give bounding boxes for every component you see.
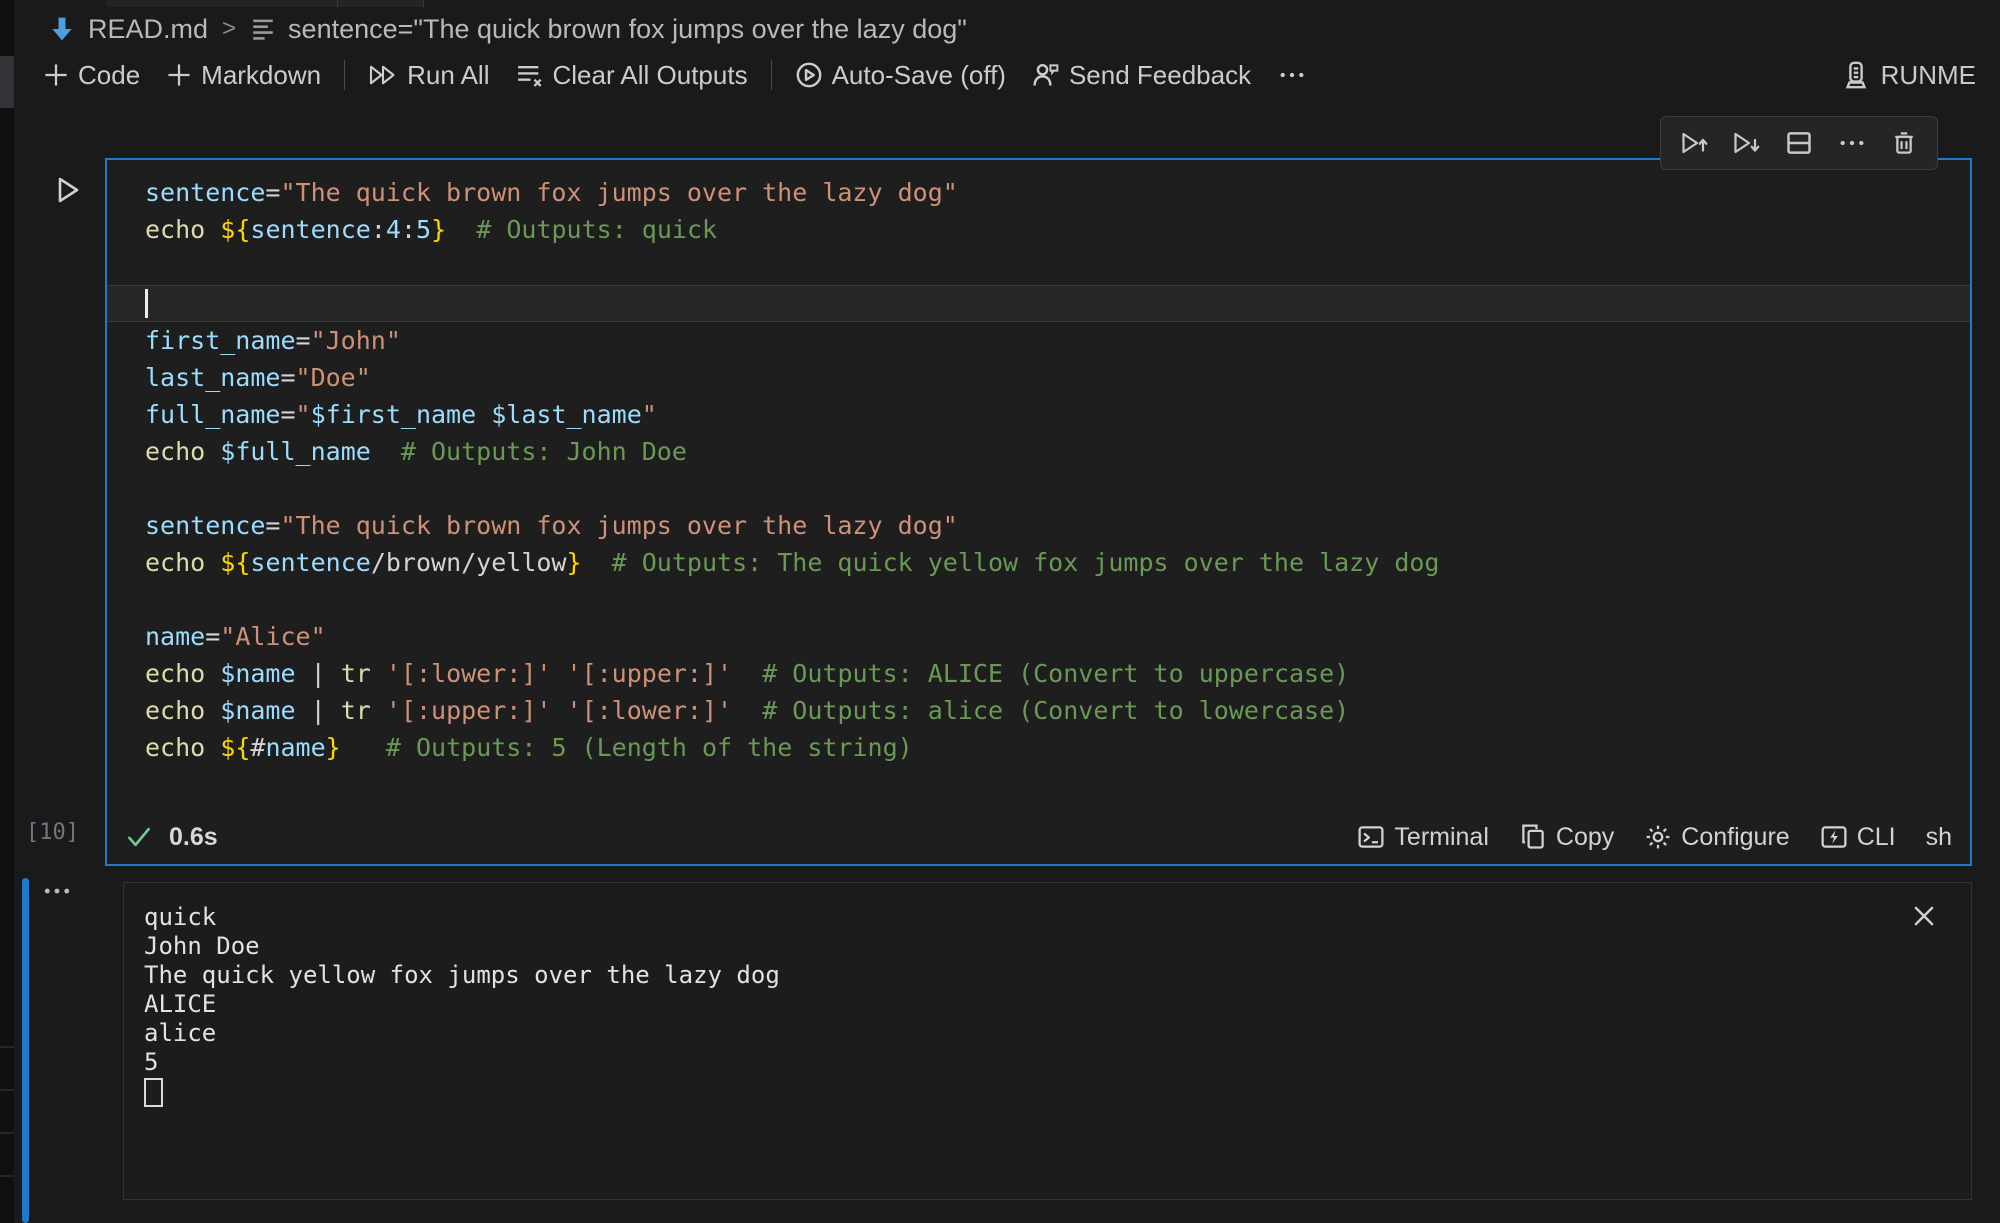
terminal-button[interactable]: Terminal <box>1357 823 1488 852</box>
terminal-cursor <box>144 1078 163 1107</box>
clear-outputs-icon <box>515 62 543 88</box>
notebook-toolbar: Code Markdown Run All Clear <box>30 50 1976 100</box>
terminal-icon <box>1357 823 1385 851</box>
success-check-icon <box>125 823 153 851</box>
add-markdown-label: Markdown <box>201 60 321 91</box>
feedback-person-icon <box>1032 61 1060 89</box>
run-all-button[interactable]: Run All <box>355 60 502 91</box>
delete-cell-button[interactable] <box>1884 123 1924 163</box>
auto-save-icon <box>795 61 823 89</box>
code-line[interactable] <box>107 285 1970 322</box>
code-line[interactable]: sentence="The quick brown fox jumps over… <box>107 507 1970 544</box>
rail-separator <box>0 1046 14 1048</box>
code-line[interactable]: echo $full_name # Outputs: John Doe <box>107 433 1970 470</box>
run-all-icon <box>368 62 398 88</box>
terminal-label: Terminal <box>1394 823 1488 852</box>
copy-icon <box>1519 823 1547 851</box>
cell-output: quickJohn DoeThe quick yellow fox jumps … <box>123 882 1972 1200</box>
code-line[interactable] <box>107 470 1970 507</box>
code-line[interactable] <box>107 581 1970 618</box>
split-cell-button[interactable] <box>1779 123 1819 163</box>
rail-separator <box>0 1175 14 1177</box>
close-output-button[interactable] <box>1909 901 1939 931</box>
cli-label: CLI <box>1857 823 1896 852</box>
rail-highlight <box>0 56 14 108</box>
output-focus-bar <box>22 878 29 1223</box>
cell-statusbar-actions: Terminal Copy <box>1357 823 1952 852</box>
code-line[interactable]: last_name="Doe" <box>107 359 1970 396</box>
breadcrumb-separator: > <box>222 15 236 43</box>
code-line[interactable]: first_name="John" <box>107 322 1970 359</box>
cell-statusbar: 0.6s Terminal Copy <box>107 810 1970 864</box>
add-markdown-button[interactable]: Markdown <box>153 60 334 91</box>
breadcrumb-file[interactable]: READ.md <box>88 14 208 45</box>
send-feedback-button[interactable]: Send Feedback <box>1019 60 1264 91</box>
auto-save-toggle[interactable]: Auto-Save (off) <box>782 60 1019 91</box>
configure-button[interactable]: Configure <box>1644 823 1789 852</box>
breadcrumb: READ.md > sentence="The quick brown fox … <box>48 12 967 46</box>
clear-all-outputs-label: Clear All Outputs <box>552 60 747 91</box>
code-line[interactable]: name="Alice" <box>107 618 1970 655</box>
execution-count: [10] <box>26 820 79 845</box>
notebook-editor: READ.md > sentence="The quick brown fox … <box>0 0 2000 1223</box>
plus-icon <box>166 62 192 88</box>
code-line[interactable]: sentence="The quick brown fox jumps over… <box>107 174 1970 211</box>
execute-cell-and-below-button[interactable] <box>1726 123 1766 163</box>
tab-divider <box>337 0 338 7</box>
add-code-button[interactable]: Code <box>30 60 153 91</box>
code-line[interactable]: echo $name | tr '[:upper:]' '[:lower:]' … <box>107 692 1970 729</box>
symbol-string-icon <box>250 16 276 42</box>
editor-tab-edge <box>107 0 424 7</box>
copy-label: Copy <box>1556 823 1614 852</box>
code-line[interactable] <box>107 248 1970 285</box>
auto-save-label: Auto-Save (off) <box>832 60 1006 91</box>
breadcrumb-symbol[interactable]: sentence="The quick brown fox jumps over… <box>288 14 967 45</box>
plus-icon <box>43 62 69 88</box>
ellipsis-icon <box>1278 62 1306 88</box>
rail-separator <box>0 1089 14 1091</box>
output-line: The quick yellow fox jumps over the lazy… <box>144 961 1881 990</box>
run-all-label: Run All <box>407 60 489 91</box>
cli-lightning-icon <box>1820 823 1848 851</box>
output-line: John Doe <box>144 932 1881 961</box>
clear-all-outputs-button[interactable]: Clear All Outputs <box>502 60 760 91</box>
copy-button[interactable]: Copy <box>1519 823 1614 852</box>
language-picker[interactable]: sh <box>1926 823 1952 852</box>
configure-label: Configure <box>1681 823 1789 852</box>
code-line[interactable]: echo ${sentence:4:5} # Outputs: quick <box>107 211 1970 248</box>
cell-toolbar <box>1660 116 1938 170</box>
runme-logo-icon <box>1841 60 1871 90</box>
toolbar-divider <box>344 60 345 90</box>
markdown-file-icon <box>48 15 76 43</box>
code-line[interactable]: full_name="$first_name $last_name" <box>107 396 1970 433</box>
window-left-rail <box>0 0 14 1223</box>
rail-separator <box>0 1132 14 1134</box>
toolbar-more-button[interactable] <box>1264 62 1320 88</box>
cli-button[interactable]: CLI <box>1820 823 1896 852</box>
output-line: ALICE <box>144 990 1881 1019</box>
execution-duration: 0.6s <box>169 823 218 852</box>
output-line: 5 <box>144 1048 1881 1077</box>
text-cursor <box>145 289 148 318</box>
code-line[interactable]: echo ${sentence/brown/yellow} # Outputs:… <box>107 544 1970 581</box>
add-code-label: Code <box>78 60 140 91</box>
code-line[interactable]: echo $name | tr '[:lower:]' '[:upper:]' … <box>107 655 1970 692</box>
cell-more-actions-button[interactable] <box>1832 123 1872 163</box>
execute-above-button[interactable] <box>1674 123 1714 163</box>
toolbar-divider <box>771 60 772 90</box>
code-line[interactable]: echo ${#name} # Outputs: 5 (Length of th… <box>107 729 1970 766</box>
output-line: alice <box>144 1019 1881 1048</box>
output-menu-button[interactable] <box>42 878 72 904</box>
send-feedback-label: Send Feedback <box>1069 60 1251 91</box>
runme-brand: RUNME <box>1841 60 1976 91</box>
runme-label: RUNME <box>1881 60 1976 91</box>
run-cell-button[interactable] <box>50 172 86 208</box>
code-cell[interactable]: sentence="The quick brown fox jumps over… <box>105 158 1972 866</box>
code-lines: sentence="The quick brown fox jumps over… <box>107 174 1970 766</box>
gear-icon <box>1644 823 1672 851</box>
output-line: quick <box>144 903 1881 932</box>
output-text: quickJohn DoeThe quick yellow fox jumps … <box>144 903 1881 1114</box>
